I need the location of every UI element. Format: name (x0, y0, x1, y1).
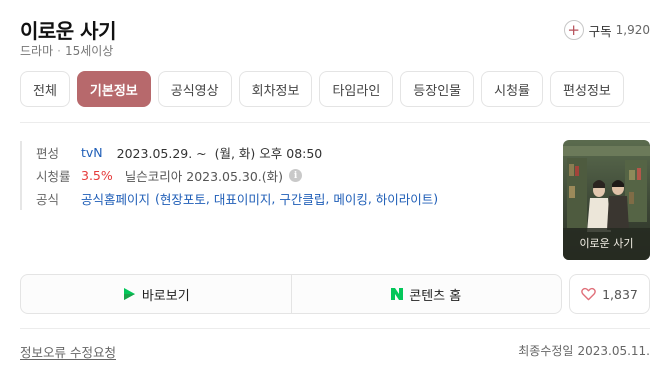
link-photos[interactable]: 현장포토 (160, 189, 206, 208)
action-buttons: 바로보기 콘텐츠 홈 (20, 274, 562, 314)
genre-text: 드라마 (20, 44, 54, 58)
info-icon[interactable]: i (289, 169, 303, 182)
basic-info-panel: 편성 tvN 2023.05.29. ~ (월, 화) 오후 08:50 시청률… (20, 141, 540, 210)
watch-label: 바로보기 (141, 288, 190, 304)
tab-characters[interactable]: 등장인물 (400, 71, 475, 107)
last-updated: 최종수정일 2023.05.11. (518, 342, 650, 359)
link-highlights[interactable]: 하이라이트 (376, 189, 434, 208)
official-homepage-link[interactable]: 공식홈페이지 (81, 189, 150, 208)
viewership-row: 시청률 3.5% 닐슨코리아 2023.05.30.(화) i (36, 164, 540, 187)
tab-all[interactable]: 전체 (20, 71, 70, 107)
report-error-link[interactable]: 정보오류 수정요청 (20, 342, 116, 361)
plus-icon: + (563, 20, 584, 40)
poster-title: 이로운 사기 (579, 237, 633, 250)
separator-dot: · (57, 44, 61, 58)
poster-image[interactable]: 이로운 사기 (563, 140, 650, 260)
tab-schedule[interactable]: 편성정보 (550, 71, 624, 107)
tab-viewership[interactable]: 시청률 (481, 71, 544, 107)
content-home-label: 콘텐츠 홈 (409, 288, 462, 304)
play-icon (122, 287, 136, 301)
viewership-label: 시청률 (36, 169, 71, 184)
watch-button[interactable]: 바로보기 (21, 275, 291, 313)
age-rating-text: 15세이상 (64, 44, 114, 58)
viewership-source: 닐슨코리아 2023.05.30.(화) (124, 169, 284, 184)
official-row: 공식 공식홈페이지 (현장포토, 대표이미지, 구간클립, 메이킹, 하이라이트… (36, 189, 439, 208)
program-meta: 드라마 · 15세이상 (20, 42, 113, 59)
divider (20, 122, 650, 123)
updated-label: 최종수정일 (518, 344, 574, 358)
poster-artwork: 이로운 사기 (563, 140, 650, 260)
link-main-images[interactable]: 대표이미지 (214, 189, 272, 208)
schedule-label: 편성 (36, 146, 60, 161)
link-clips[interactable]: 구간클립 (279, 189, 325, 208)
naver-n-icon (391, 288, 404, 300)
schedule-text: 2023.05.29. ~ (월, 화) 오후 08:50 (116, 146, 323, 161)
tab-official-videos[interactable]: 공식영상 (157, 71, 232, 107)
tab-episode-info[interactable]: 회차정보 (238, 71, 313, 107)
heart-icon (581, 287, 596, 301)
tab-bar: 전체 기본정보 공식영상 회차정보 타임라인 등장인물 시청률 편성정보 (20, 71, 631, 107)
subscribe-button[interactable]: + 구독 1,920 (563, 20, 650, 40)
content-home-button[interactable]: 콘텐츠 홈 (290, 275, 562, 313)
subscribe-label: 구독 (588, 23, 612, 39)
link-making[interactable]: 메이킹 (333, 189, 368, 208)
channel-link[interactable]: tvN (81, 145, 103, 160)
subscribe-count: 1,920 (615, 23, 650, 37)
viewership-value: 3.5% (81, 168, 113, 183)
like-button[interactable]: 1,837 (569, 274, 650, 314)
page-title: 이로운 사기 (20, 19, 116, 43)
updated-date: 2023.05.11. (577, 344, 650, 358)
tab-timeline[interactable]: 타임라인 (319, 71, 394, 107)
schedule-row: 편성 tvN 2023.05.29. ~ (월, 화) 오후 08:50 (36, 141, 540, 164)
divider (20, 328, 650, 329)
tab-basic-info[interactable]: 기본정보 (76, 71, 151, 107)
official-label: 공식 (36, 192, 60, 207)
like-count: 1,837 (602, 286, 638, 302)
